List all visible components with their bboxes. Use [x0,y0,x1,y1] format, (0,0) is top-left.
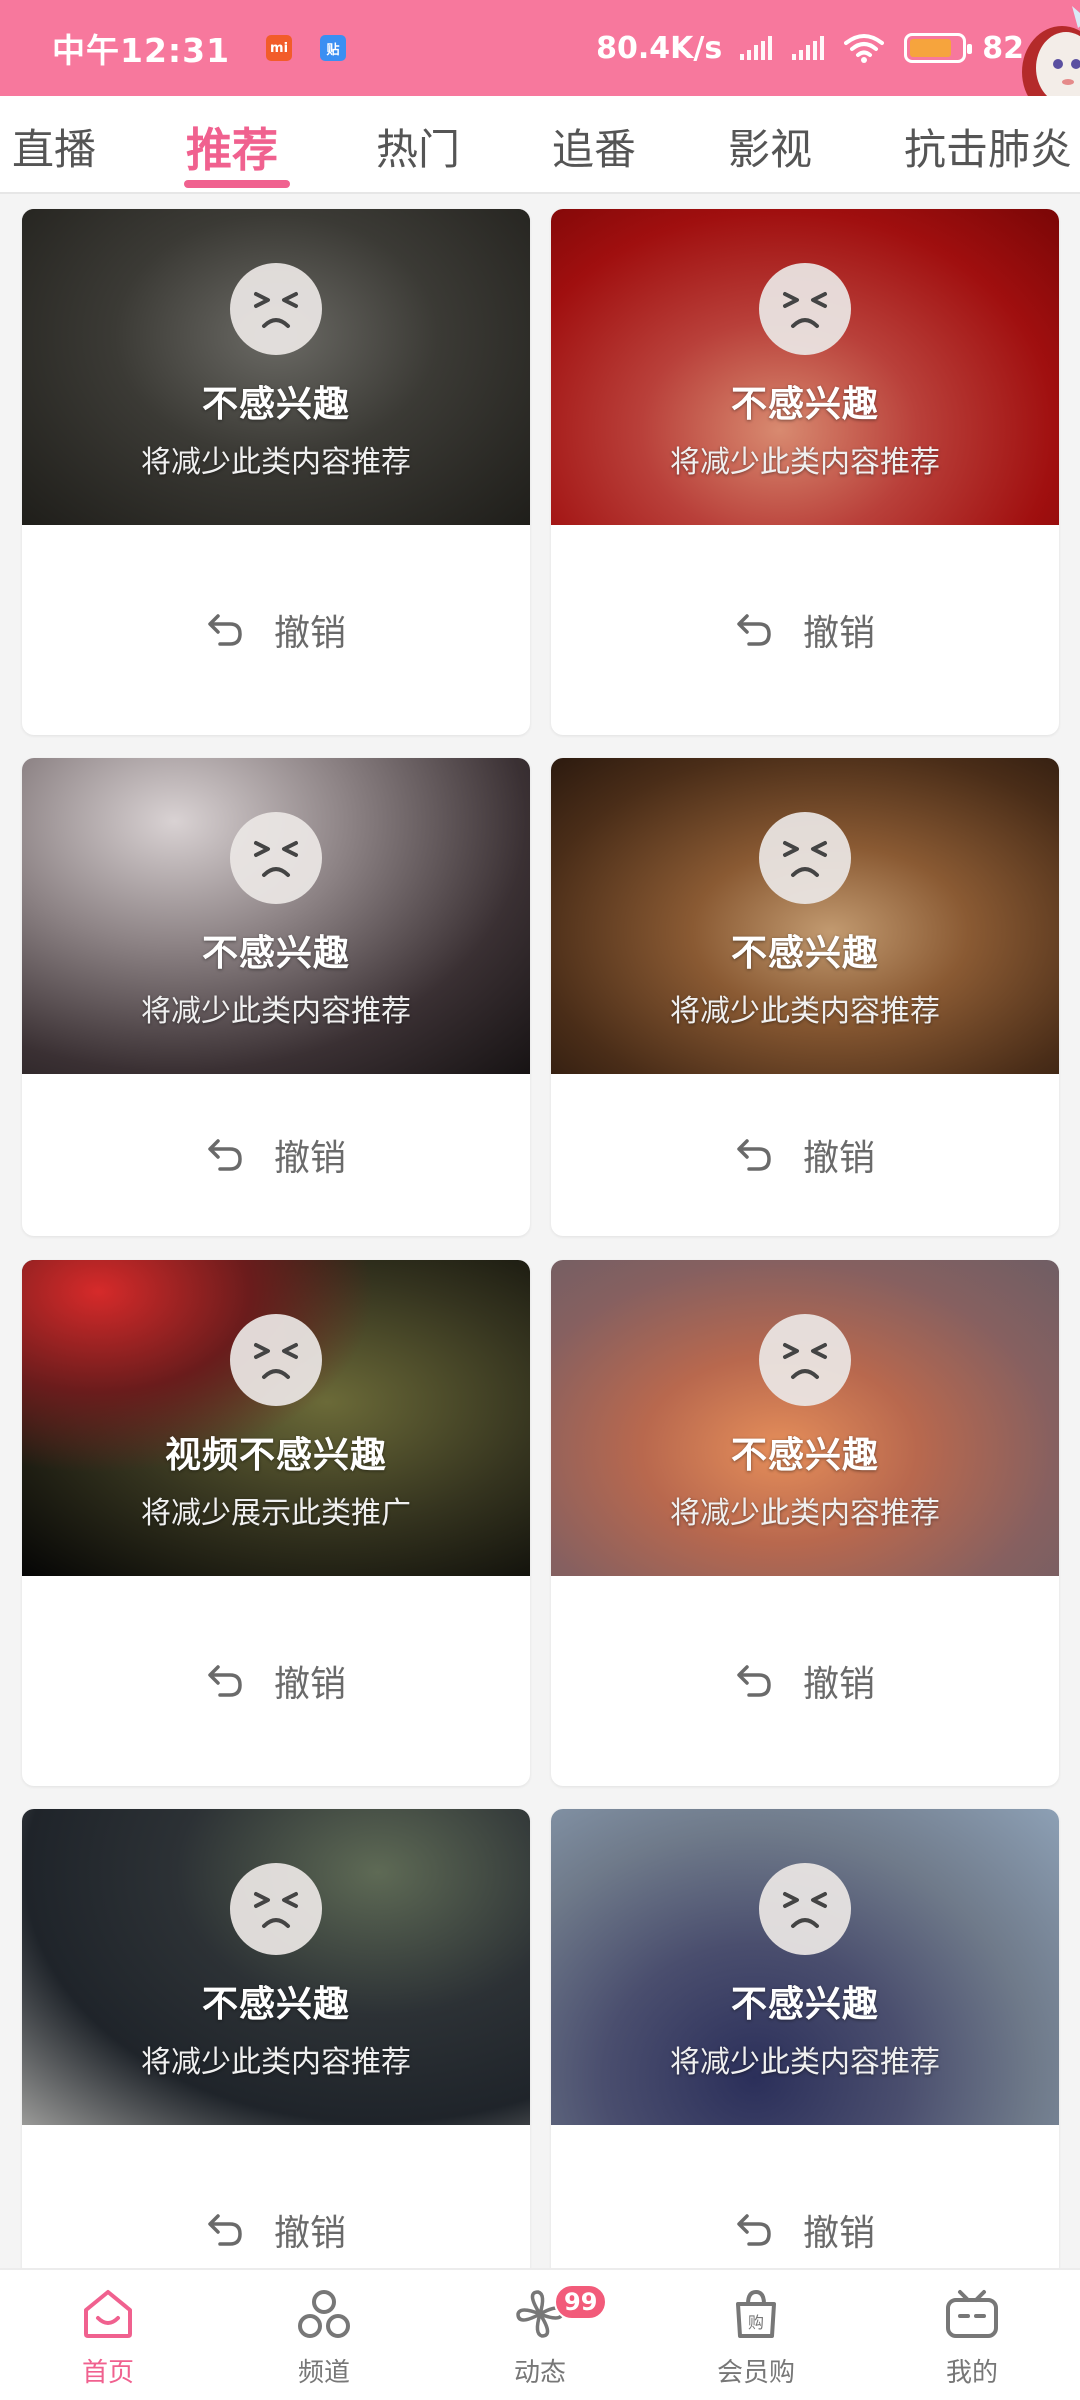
undo-button[interactable]: 撤销 [551,1074,1059,1236]
tab-recommend[interactable]: 推荐 [186,114,278,180]
undo-button[interactable]: 撤销 [551,2125,1059,2279]
dislike-title: 不感兴趣 [730,933,879,974]
nav-activity[interactable]: 动态 99 [470,2282,610,2389]
tab-movies[interactable]: 影视 [728,116,812,177]
sad-face-icon [759,1314,851,1406]
feed-card[interactable]: 不感兴趣 将减少此类内容推荐 撤销 [551,1260,1059,1786]
feed-card[interactable]: 不感兴趣 将减少此类内容推荐 撤销 [551,209,1059,735]
undo-button[interactable]: 撤销 [22,525,530,735]
undo-label: 撤销 [802,2213,875,2254]
feed-card[interactable]: 不感兴趣 将减少此类内容推荐 撤销 [22,1809,530,2279]
dislike-title: 不感兴趣 [201,384,350,425]
dislike-title: 视频不感兴趣 [164,1435,387,1476]
sad-face-icon [230,812,322,904]
battery-icon [904,33,973,63]
undo-label: 撤销 [273,613,346,654]
undo-button[interactable]: 撤销 [551,1576,1059,1786]
sad-face-icon [759,1863,851,1955]
nav-label: 动态 [513,2358,566,2388]
undo-icon [735,610,789,650]
dislike-overlay: 不感兴趣 将减少此类内容推荐 [551,1260,1059,1576]
undo-icon [206,1135,260,1175]
nav-mine[interactable]: 我的 [902,2282,1042,2389]
dislike-title: 不感兴趣 [201,1984,350,2025]
tab-fight-pneumonia[interactable]: 抗击肺炎 [904,116,1072,177]
dislike-subtitle: 将减少此类内容推荐 [141,445,411,480]
nav-home[interactable]: 首页 [38,2282,178,2389]
nav-label: 频道 [297,2358,350,2388]
undo-label: 撤销 [273,1664,346,1705]
mi-notification-icon: mi [266,35,293,61]
active-tab-indicator [184,180,290,188]
undo-icon [206,2210,260,2250]
undo-icon [735,1135,789,1175]
undo-label: 撤销 [273,1138,346,1179]
undo-icon [206,1661,260,1701]
dislike-overlay: 不感兴趣 将减少此类内容推荐 [22,1809,530,2125]
dislike-overlay: 不感兴趣 将减少此类内容推荐 [551,1809,1059,2125]
dislike-overlay: 不感兴趣 将减少此类内容推荐 [22,758,530,1074]
dislike-title: 不感兴趣 [730,1984,879,2025]
dislike-subtitle: 将减少此类内容推荐 [670,2045,940,2080]
undo-label: 撤销 [802,613,875,654]
shopping-bag-icon: 购 [686,2282,826,2346]
undo-icon [735,1661,789,1701]
notification-badge: 99 [554,2284,608,2320]
tab-anime[interactable]: 追番 [552,116,636,177]
sad-face-icon [759,263,851,355]
undo-label: 撤销 [802,1664,875,1705]
undo-button[interactable]: 撤销 [22,2125,530,2279]
undo-icon [206,610,260,650]
dislike-overlay: 视频不感兴趣 将减少展示此类推广 [22,1260,530,1576]
dislike-subtitle: 将减少展示此类推广 [141,1496,411,1531]
nav-label: 我的 [945,2358,998,2388]
nav-label: 会员购 [716,2358,795,2388]
tieba-notification-icon: 贴 [320,35,347,61]
tv-mascot-icon [902,2282,1042,2346]
sad-face-icon [759,812,851,904]
sad-face-icon [230,263,322,355]
category-tabs: 直播 推荐 热门 追番 影视 抗击肺炎 [0,96,1080,194]
dislike-overlay: 不感兴趣 将减少此类内容推荐 [551,758,1059,1074]
dislike-title: 不感兴趣 [730,1435,879,1476]
nav-member-shop[interactable]: 购 会员购 [686,2282,826,2389]
home-tv-icon [38,2282,178,2346]
nav-channel[interactable]: 频道 [254,2282,394,2389]
signal-icon [740,36,773,60]
dislike-subtitle: 将减少此类内容推荐 [670,994,940,1029]
bottom-nav: 首页 频道 动态 99 购 会员购 我的 [0,2268,1080,2400]
dislike-subtitle: 将减少此类内容推荐 [141,994,411,1029]
dislike-overlay: 不感兴趣 将减少此类内容推荐 [22,209,530,525]
tab-hot[interactable]: 热门 [376,116,460,177]
channel-icon [254,2282,394,2346]
feed-card[interactable]: 不感兴趣 将减少此类内容推荐 撤销 [22,209,530,735]
feed-card[interactable]: 不感兴趣 将减少此类内容推荐 撤销 [551,1809,1059,2279]
undo-button[interactable]: 撤销 [22,1576,530,1786]
nav-label: 首页 [81,2358,134,2388]
feed-card[interactable]: 视频不感兴趣 将减少展示此类推广 撤销 [22,1260,530,1786]
svg-text:购: 购 [748,2313,764,2332]
feed-card[interactable]: 不感兴趣 将减少此类内容推荐 撤销 [22,758,530,1236]
undo-icon [735,2210,789,2250]
dislike-title: 不感兴趣 [201,933,350,974]
dislike-subtitle: 将减少此类内容推荐 [141,2045,411,2080]
undo-label: 撤销 [273,2213,346,2254]
sad-face-icon [230,1314,322,1406]
undo-button[interactable]: 撤销 [22,1074,530,1236]
undo-label: 撤销 [802,1138,875,1179]
undo-button[interactable]: 撤销 [551,525,1059,735]
dislike-title: 不感兴趣 [730,384,879,425]
feed-card[interactable]: 不感兴趣 将减少此类内容推荐 撤销 [551,758,1059,1236]
status-bar: 中午12:31 mi 贴 80.4K/s 82 [0,0,1080,118]
network-speed: 80.4K/s [596,30,723,66]
signal-icon-2 [792,36,825,60]
dislike-subtitle: 将减少此类内容推荐 [670,445,940,480]
status-time: 中午12:31 [52,31,231,70]
dislike-subtitle: 将减少此类内容推荐 [670,1496,940,1531]
sad-face-icon [230,1863,322,1955]
wifi-icon [844,34,885,63]
tab-live[interactable]: 直播 [12,116,96,177]
dislike-overlay: 不感兴趣 将减少此类内容推荐 [551,209,1059,525]
